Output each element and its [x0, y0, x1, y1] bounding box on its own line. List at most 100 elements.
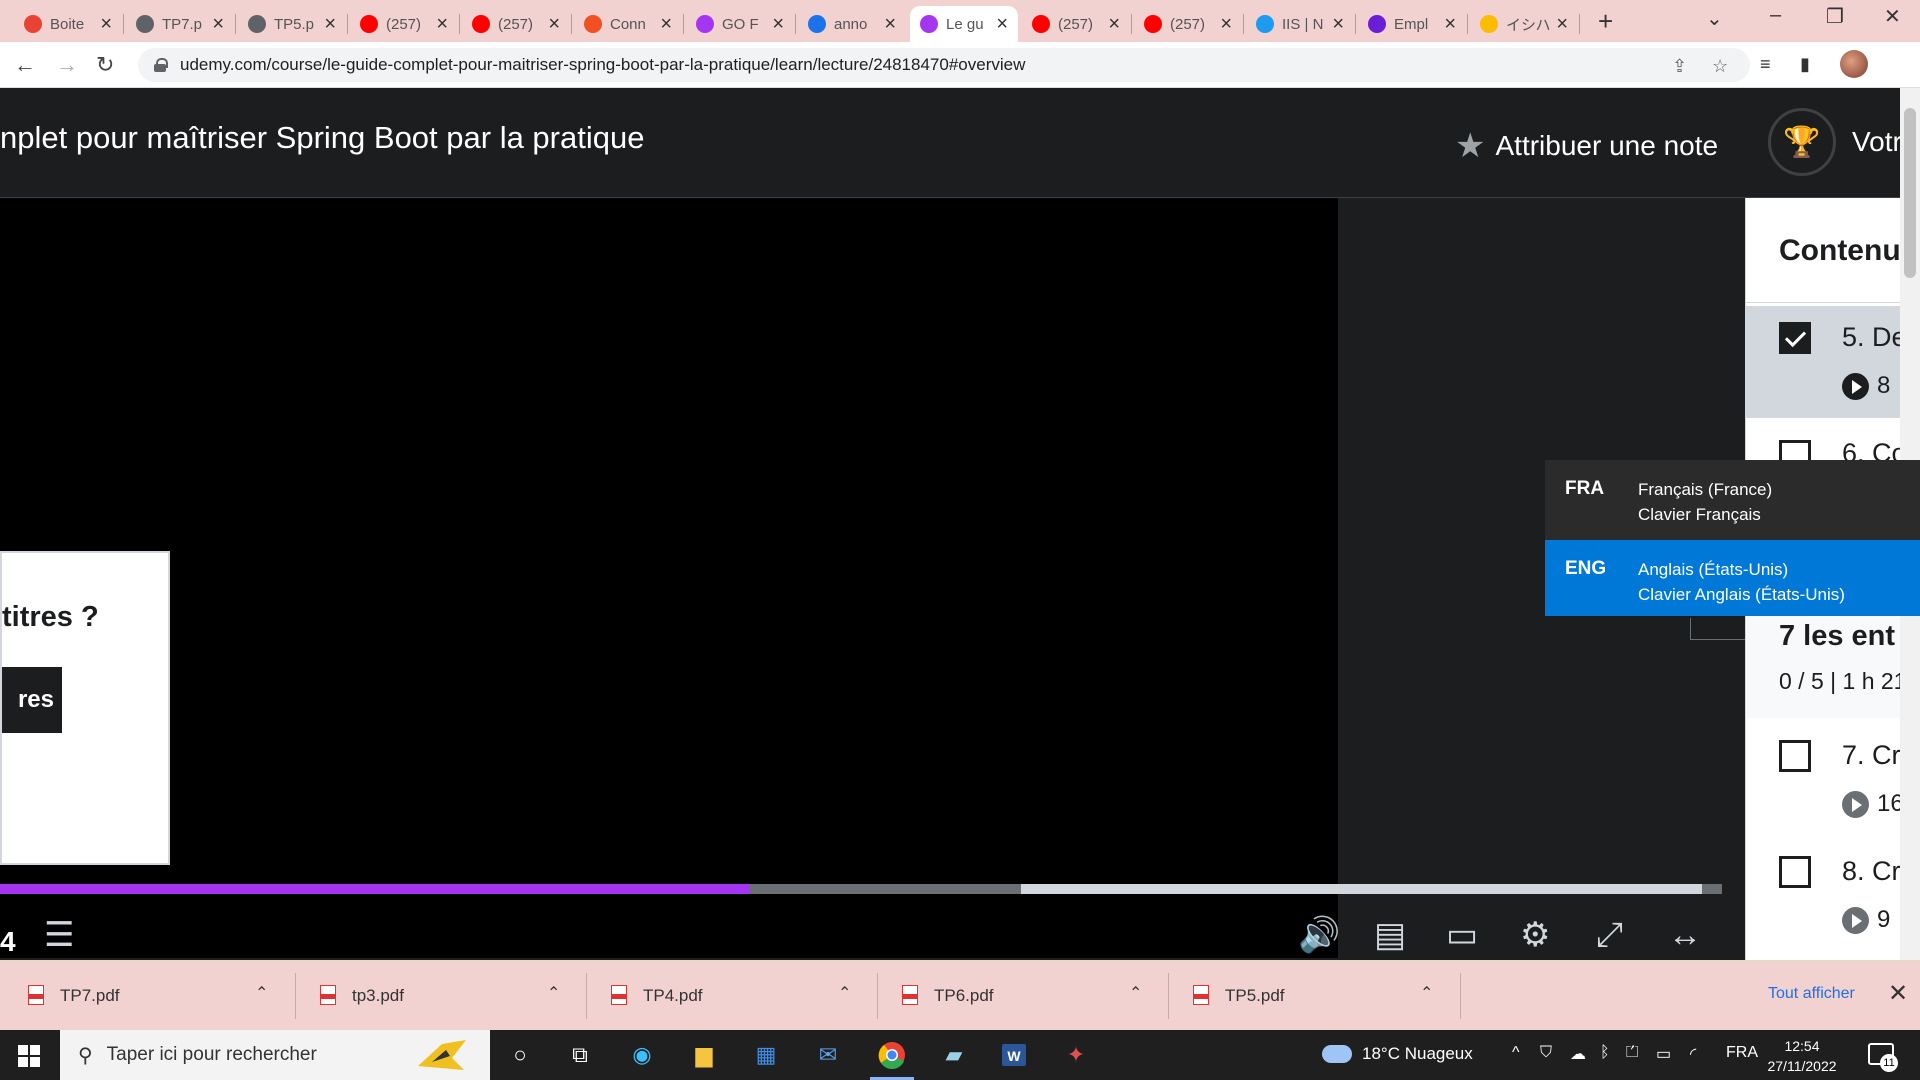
volume-icon[interactable]: 🔊 — [1298, 918, 1340, 952]
browser-tab[interactable]: (257) × — [1022, 6, 1130, 42]
close-tab-icon[interactable]: × — [1108, 14, 1120, 34]
reload-icon[interactable]: ↻ — [96, 52, 114, 78]
close-tab-icon[interactable]: × — [884, 14, 896, 34]
back-icon[interactable]: ← — [14, 52, 36, 78]
file-explorer-icon[interactable]: ▆ — [688, 1040, 720, 1070]
notepad-app-icon[interactable]: ▰ — [938, 1040, 970, 1070]
browser-tab[interactable]: TP5.p × — [238, 6, 346, 42]
trophy-icon[interactable]: 🏆 — [1768, 108, 1836, 176]
bookmark-star-icon[interactable]: ☆ — [1712, 56, 1728, 77]
usb-device-icon[interactable]: ⏍ — [1626, 1044, 1638, 1062]
microsoft-store-icon[interactable]: ▦ — [750, 1040, 782, 1070]
wifi-icon[interactable]: ◜ — [1690, 1044, 1696, 1064]
browser-tab[interactable]: IIS | N × — [1246, 6, 1354, 42]
language-option-fra[interactable]: FRA Français (France) Clavier Français — [1545, 460, 1920, 536]
close-tab-icon[interactable]: × — [996, 14, 1008, 34]
chevron-up-icon[interactable]: ⌃ — [1129, 983, 1142, 1003]
task-view-icon[interactable]: ⧉ — [564, 1040, 596, 1070]
download-item[interactable]: tp3.pdf ⌃ — [292, 961, 582, 1031]
chevron-up-icon[interactable]: ⌃ — [547, 983, 560, 1003]
edge-browser-icon[interactable]: ◉ — [626, 1040, 658, 1070]
profile-avatar[interactable] — [1840, 50, 1868, 78]
browser-tab[interactable]: Empl × — [1358, 6, 1466, 42]
battery-icon[interactable]: ▭ — [1656, 1044, 1671, 1064]
media-control-icon[interactable]: ≡ — [1760, 54, 1771, 75]
download-item[interactable]: TP7.pdf ⌃ — [0, 961, 290, 1031]
chevron-up-icon[interactable]: ⌃ — [838, 983, 851, 1003]
settings-gear-icon[interactable]: ⚙ — [1520, 918, 1550, 952]
browser-tab[interactable]: (257) × — [462, 6, 570, 42]
close-tab-icon[interactable]: × — [1332, 14, 1344, 34]
lecture-checkbox[interactable] — [1779, 322, 1811, 354]
browser-tab[interactable]: イシハ × — [1470, 6, 1578, 42]
transcript-icon[interactable]: ▤ — [1374, 918, 1406, 952]
chevron-up-icon[interactable]: ⌃ — [255, 983, 268, 1003]
weather-widget[interactable]: 18°C Nuageux — [1322, 1044, 1473, 1064]
browser-tab[interactable]: TP7.p × — [126, 6, 234, 42]
popup-action-button[interactable]: res — [2, 667, 62, 733]
browser-tab[interactable]: (257) × — [1134, 6, 1242, 42]
bluetooth-icon[interactable]: ᛒ — [1600, 1044, 1610, 1062]
captions-icon[interactable]: ▭ — [1446, 918, 1478, 952]
lecture-item[interactable]: 5. De 8 — [1746, 306, 1900, 418]
lock-icon[interactable] — [154, 58, 168, 72]
paint-app-icon[interactable]: ✦ — [1060, 1040, 1092, 1070]
system-clock[interactable]: 12:54 27/11/2022 — [1762, 1036, 1842, 1076]
close-tab-icon[interactable]: × — [212, 14, 224, 34]
word-icon[interactable]: W — [998, 1040, 1030, 1070]
rate-course-button[interactable]: ★ Attribuer une note — [1455, 126, 1718, 166]
minimize-button[interactable]: – — [1770, 4, 1781, 27]
mail-icon[interactable]: ✉ — [812, 1040, 844, 1070]
download-item[interactable]: TP5.pdf ⌃ — [1165, 961, 1455, 1031]
playlist-edit-icon[interactable]: ☰ — [44, 918, 74, 952]
scrollbar-thumb[interactable] — [1904, 108, 1916, 278]
close-tab-icon[interactable]: × — [660, 14, 672, 34]
language-option-eng[interactable]: ENG Anglais (États-Unis) Clavier Anglais… — [1545, 540, 1920, 616]
close-tab-icon[interactable]: × — [1220, 14, 1232, 34]
chrome-icon[interactable] — [870, 1040, 914, 1080]
maximize-button[interactable]: ❐ — [1826, 4, 1844, 29]
close-tab-icon[interactable]: × — [436, 14, 448, 34]
security-shield-icon[interactable]: ⛉ — [1540, 1044, 1552, 1062]
chevron-up-icon[interactable]: ^ — [1512, 1044, 1520, 1062]
expand-width-icon[interactable]: ↔ — [1668, 918, 1702, 952]
close-tab-icon[interactable]: × — [772, 14, 784, 34]
share-icon[interactable]: ⇪ — [1672, 56, 1687, 77]
browser-tab[interactable]: (257) × — [350, 6, 458, 42]
video-player[interactable] — [0, 198, 1338, 958]
browser-tab[interactable]: Le gu × — [910, 6, 1018, 42]
close-tab-icon[interactable]: × — [1556, 14, 1568, 34]
side-panel-icon[interactable]: ▮ — [1800, 54, 1810, 75]
browser-tab[interactable]: GO F × — [686, 6, 794, 42]
lecture-item[interactable]: 8. Cr 9 — [1746, 846, 1900, 960]
windows-start-icon[interactable] — [18, 1045, 40, 1067]
section-header[interactable]: 7 les ent 0 / 5 | 1 h 21 — [1746, 608, 1900, 718]
browser-tab[interactable]: anno × — [798, 6, 906, 42]
download-item[interactable]: TP6.pdf ⌃ — [874, 961, 1164, 1031]
close-icon[interactable]: ✕ — [1888, 979, 1908, 1008]
close-tab-icon[interactable]: × — [324, 14, 336, 34]
input-language-indicator[interactable]: FRA — [1726, 1044, 1758, 1062]
close-window-button[interactable]: ✕ — [1884, 4, 1901, 29]
new-tab-button[interactable]: + — [1598, 6, 1613, 37]
download-item[interactable]: TP4.pdf ⌃ — [583, 961, 873, 1031]
chevron-up-icon[interactable]: ⌃ — [1420, 983, 1433, 1003]
url-bar[interactable]: udemy.com/course/le-guide-complet-pour-m… — [138, 48, 1750, 82]
close-tab-icon[interactable]: × — [1444, 14, 1456, 34]
forward-icon[interactable]: → — [56, 52, 78, 78]
cortana-icon[interactable]: ○ — [504, 1040, 536, 1070]
tab-search-icon[interactable]: ⌄ — [1706, 6, 1723, 31]
lecture-checkbox[interactable] — [1779, 740, 1811, 772]
browser-tab[interactable]: Conn × — [574, 6, 682, 42]
show-all-downloads-link[interactable]: Tout afficher — [1768, 985, 1855, 1003]
lecture-checkbox[interactable] — [1779, 856, 1811, 888]
close-tab-icon[interactable]: × — [100, 14, 112, 34]
lecture-item[interactable]: 7. Cr 16 — [1746, 728, 1900, 844]
seek-bar[interactable] — [0, 884, 1722, 894]
taskbar-search-box[interactable]: ⚲ Taper ici pour rechercher — [60, 1030, 490, 1080]
fullscreen-icon[interactable]: ⤢ — [1596, 918, 1623, 952]
onedrive-cloud-icon[interactable]: ☁ — [1570, 1044, 1586, 1064]
progress-label[interactable]: Votr — [1852, 126, 1902, 158]
browser-tab[interactable]: Boite × — [14, 6, 122, 42]
close-tab-icon[interactable]: × — [548, 14, 560, 34]
